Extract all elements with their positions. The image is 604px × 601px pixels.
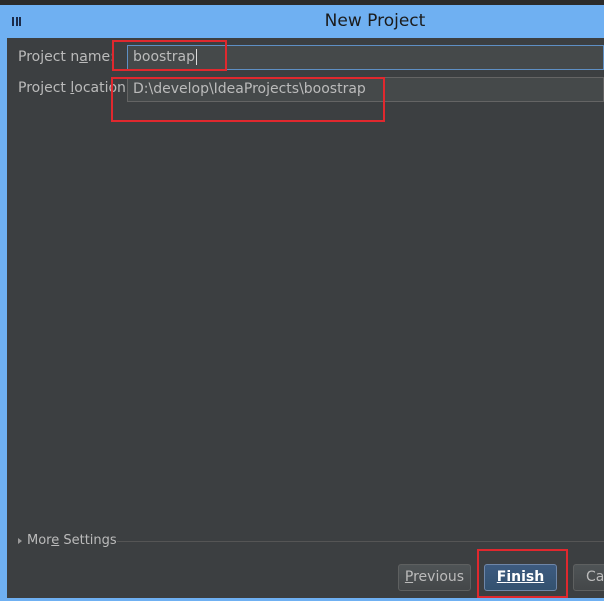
previous-button[interactable]: Previous — [398, 564, 471, 591]
title-bar[interactable]: New Project — [0, 5, 604, 38]
dialog-title: New Project — [324, 11, 426, 31]
finish-button[interactable]: Finish — [484, 564, 557, 591]
project-name-label: Project name: — [18, 49, 115, 65]
expand-triangle-icon — [18, 537, 22, 544]
project-name-field[interactable]: boostrap — [127, 45, 604, 70]
project-name-value: boostrap — [133, 49, 196, 65]
project-location-value: D:\develop\IdeaProjects\boostrap — [133, 81, 366, 97]
project-location-label: Project location: — [18, 80, 131, 96]
more-settings-label: More Settings — [27, 533, 117, 548]
intellij-idea-icon — [9, 14, 25, 30]
text-caret — [196, 49, 198, 65]
project-location-field[interactable]: D:\develop\IdeaProjects\boostrap — [127, 77, 604, 102]
more-settings-divider — [117, 541, 604, 542]
more-settings-toggle[interactable]: More Settings — [18, 533, 117, 548]
cancel-button[interactable]: Ca — [573, 564, 604, 591]
new-project-dialog: New Project Project name: boostrap Proje… — [0, 0, 604, 601]
window-left-border — [0, 38, 7, 601]
